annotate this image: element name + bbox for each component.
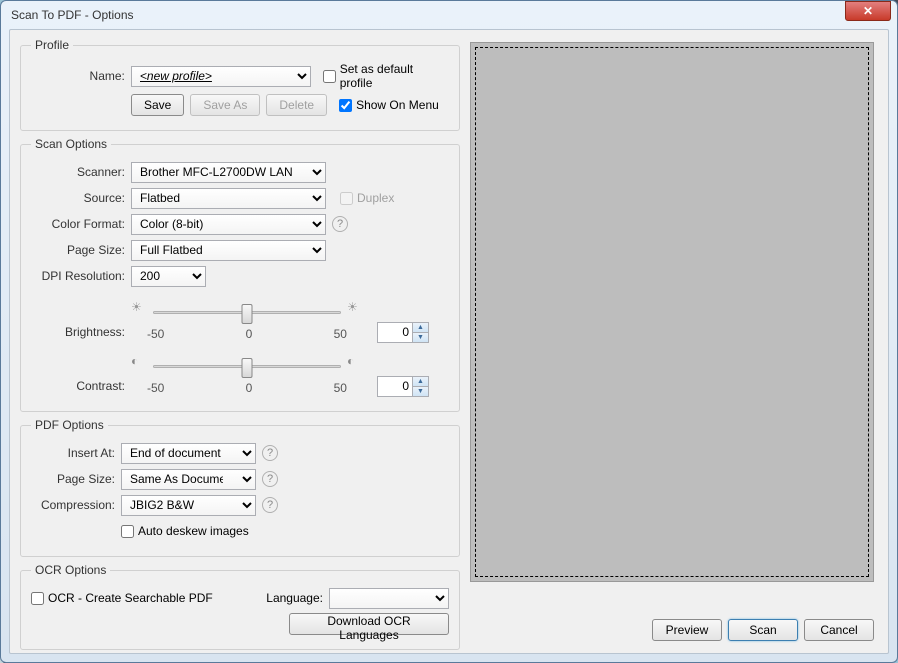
preview-area[interactable] (470, 42, 874, 582)
page-size-select[interactable]: Full Flatbed (131, 240, 326, 261)
page-size-label: Page Size: (31, 243, 131, 257)
show-on-menu-label: Show On Menu (356, 98, 439, 112)
pdf-page-size-select[interactable]: Same As Document (121, 469, 256, 490)
compression-select[interactable]: JBIG2 B&W (121, 495, 256, 516)
pdf-options-legend: PDF Options (31, 418, 108, 432)
close-button[interactable]: ✕ (845, 1, 891, 21)
save-as-button[interactable]: Save As (190, 94, 260, 116)
profile-group: Profile Name: <new profile> Set as defau… (20, 38, 460, 131)
ocr-enable-label: OCR - Create Searchable PDF (48, 591, 213, 605)
preview-selection[interactable] (475, 47, 869, 577)
preview-button[interactable]: Preview (652, 619, 722, 641)
color-format-label: Color Format: (31, 217, 131, 231)
contrast-low-icon (131, 354, 147, 370)
help-icon[interactable]: ? (262, 445, 278, 461)
dialog-buttons: Preview Scan Cancel (652, 619, 874, 641)
profile-legend: Profile (31, 38, 73, 52)
default-profile-label: Set as default profile (340, 62, 449, 90)
name-label: Name: (31, 69, 131, 83)
help-icon[interactable]: ? (262, 497, 278, 513)
delete-button[interactable]: Delete (266, 94, 327, 116)
profile-name-combo[interactable]: <new profile> (131, 66, 311, 87)
insert-at-select[interactable]: End of document (121, 443, 256, 464)
ocr-options-group: OCR Options OCR - Create Searchable PDF … (20, 563, 460, 650)
color-format-select[interactable]: Color (8-bit) (131, 214, 326, 235)
dialog-window: Scan To PDF - Options ✕ Profile Name: <n… (0, 0, 898, 663)
scan-options-group: Scan Options Scanner: Brother MFC-L2700D… (20, 137, 460, 412)
language-select[interactable] (329, 588, 449, 609)
client-area: Profile Name: <new profile> Set as defau… (9, 29, 889, 654)
duplex-checkbox[interactable] (340, 192, 353, 205)
ocr-options-legend: OCR Options (31, 563, 110, 577)
language-label: Language: (266, 591, 323, 605)
dpi-label: DPI Resolution: (31, 269, 131, 283)
contrast-high-icon (347, 354, 363, 370)
scanner-select[interactable]: Brother MFC-L2700DW LAN (131, 162, 326, 183)
left-column: Profile Name: <new profile> Set as defau… (20, 38, 460, 656)
pdf-options-group: PDF Options Insert At: End of document ?… (20, 418, 460, 557)
dpi-select[interactable]: 200 (131, 266, 206, 287)
ocr-enable-checkbox[interactable] (31, 592, 44, 605)
spinner-down-icon[interactable]: ▼ (412, 332, 428, 342)
compression-label: Compression: (31, 498, 121, 512)
default-profile-checkbox[interactable] (323, 70, 336, 83)
help-icon[interactable]: ? (332, 216, 348, 232)
duplex-label: Duplex (357, 191, 394, 205)
insert-at-label: Insert At: (31, 446, 121, 460)
auto-deskew-checkbox[interactable] (121, 525, 134, 538)
scan-options-legend: Scan Options (31, 137, 111, 151)
scan-button[interactable]: Scan (728, 619, 798, 641)
help-icon[interactable]: ? (262, 471, 278, 487)
contrast-label: Contrast: (31, 379, 131, 393)
spinner-up-icon[interactable]: ▲ (412, 323, 428, 332)
source-label: Source: (31, 191, 131, 205)
brightness-spinner[interactable]: ▲▼ (377, 322, 429, 343)
brightness-thumb[interactable] (242, 304, 253, 324)
spinner-down-icon[interactable]: ▼ (412, 386, 428, 396)
brightness-high-icon (347, 300, 363, 316)
contrast-spinner[interactable]: ▲▼ (377, 376, 429, 397)
pdf-page-size-label: Page Size: (31, 472, 121, 486)
contrast-thumb[interactable] (242, 358, 253, 378)
brightness-label: Brightness: (31, 325, 131, 339)
brightness-low-icon (131, 300, 147, 316)
window-title: Scan To PDF - Options (7, 8, 891, 22)
contrast-slider[interactable] (147, 357, 347, 368)
download-ocr-button[interactable]: Download OCR Languages (289, 613, 449, 635)
cancel-button[interactable]: Cancel (804, 619, 874, 641)
show-on-menu-checkbox[interactable] (339, 99, 352, 112)
brightness-slider[interactable] (147, 303, 347, 314)
scanner-label: Scanner: (31, 165, 131, 179)
auto-deskew-label: Auto deskew images (138, 524, 249, 538)
close-icon: ✕ (863, 4, 873, 18)
titlebar[interactable]: Scan To PDF - Options ✕ (1, 1, 897, 29)
source-select[interactable]: Flatbed (131, 188, 326, 209)
save-button[interactable]: Save (131, 94, 184, 116)
spinner-up-icon[interactable]: ▲ (412, 377, 428, 386)
